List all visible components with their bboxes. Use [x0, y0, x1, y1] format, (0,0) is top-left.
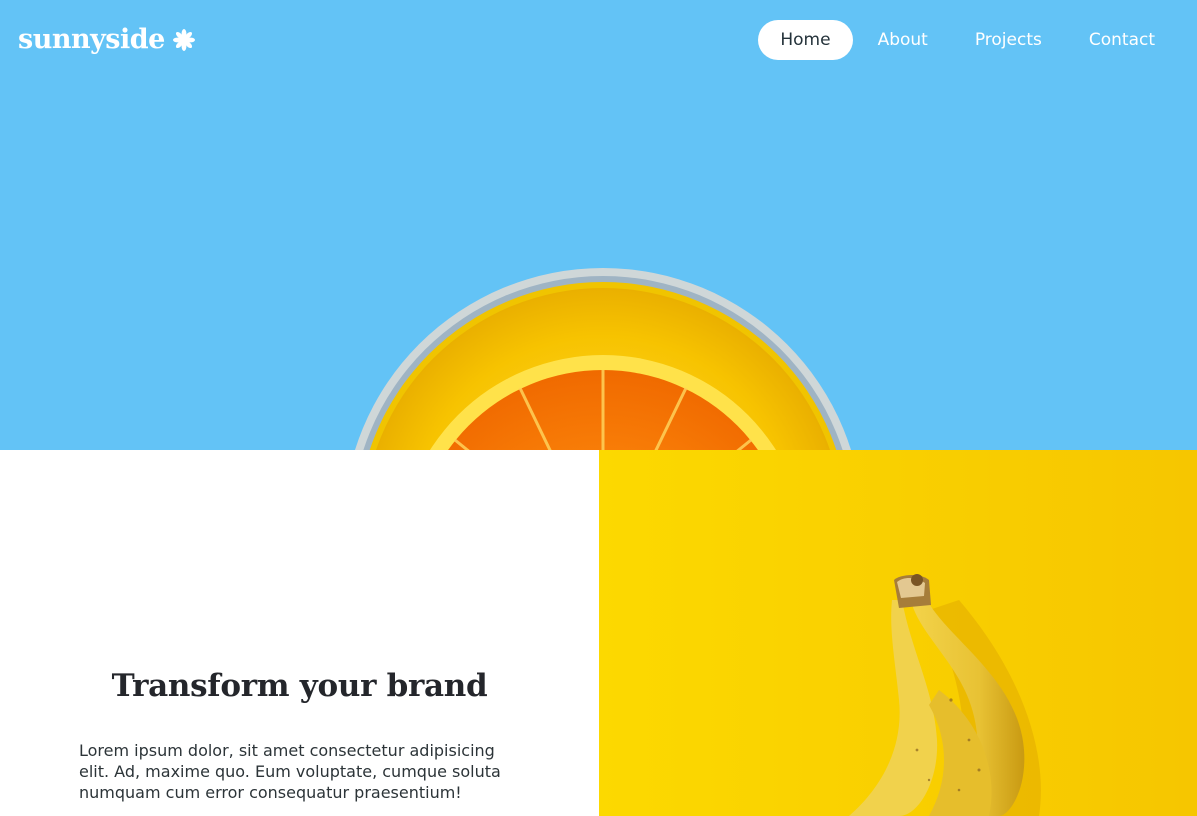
- logo-text: sunnyside: [18, 24, 165, 55]
- main-nav: Home About Projects Contact: [758, 20, 1177, 60]
- orange-slice-image: [355, 268, 851, 450]
- feature-body: Lorem ipsum dolor, sit amet consectetur …: [79, 741, 501, 802]
- feature-text-panel: Transform your brand Lorem ipsum dolor, …: [0, 450, 599, 816]
- feature-headline: Transform your brand: [111, 667, 488, 704]
- nav-item-contact[interactable]: Contact: [1067, 20, 1177, 60]
- feature-image-panel: [599, 450, 1197, 816]
- hero-section: sunnyside Home About Projects Contact: [0, 0, 1197, 450]
- bananas-image: [599, 450, 1197, 816]
- nav-item-projects[interactable]: Projects: [953, 20, 1064, 60]
- nav-item-home[interactable]: Home: [758, 20, 853, 60]
- asterisk-sun-icon: [172, 28, 195, 51]
- nav-item-about[interactable]: About: [856, 20, 950, 60]
- brand-logo[interactable]: sunnyside: [18, 24, 195, 55]
